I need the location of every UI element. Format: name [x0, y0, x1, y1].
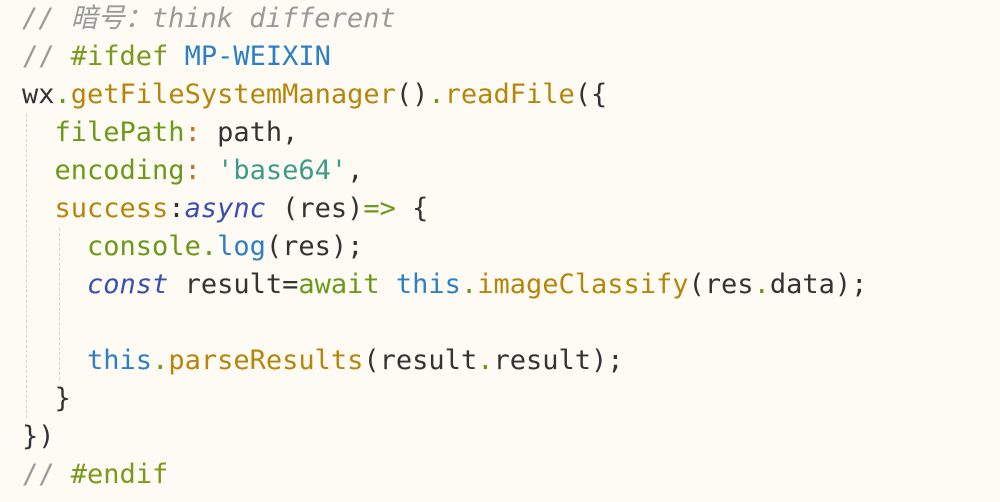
code-token: parseResults	[168, 345, 364, 376]
code-line[interactable]: success:async (res)=> {	[22, 190, 429, 228]
code-token: }	[54, 383, 71, 414]
code-token: path,	[200, 117, 299, 148]
code-token: await	[298, 269, 380, 300]
code-line[interactable]: })	[22, 418, 55, 456]
code-token: #endif	[70, 459, 169, 490]
code-line[interactable]: encoding: 'base64',	[22, 152, 364, 190]
code-token: :	[168, 193, 185, 224]
code-token: 'base64'	[200, 155, 348, 186]
code-token: .	[460, 269, 478, 300]
code-token: // 暗号：think different	[22, 3, 396, 34]
code-token: .	[477, 345, 494, 376]
code-token: =>	[363, 193, 396, 224]
code-token: MP-WEIXIN	[184, 41, 331, 72]
code-token: ({	[574, 79, 608, 110]
code-token: getFileSystemManager	[70, 79, 396, 110]
code-line[interactable]: // #endif	[22, 456, 168, 494]
code-token: filePath	[54, 117, 185, 148]
code-token: result);	[493, 345, 624, 376]
code-line[interactable]: wx.getFileSystemManager().readFile({	[22, 76, 607, 114]
code-token: {	[395, 193, 429, 224]
code-token: console	[87, 231, 201, 262]
code-token: ()	[395, 79, 429, 110]
code-token: imageClassify	[477, 269, 689, 300]
code-token: .	[753, 269, 770, 300]
code-token: .	[428, 79, 445, 110]
code-token: encoding	[54, 155, 185, 186]
code-token: })	[22, 421, 55, 452]
code-token: success	[54, 193, 169, 224]
code-line[interactable]: // #ifdef MP-WEIXIN	[22, 38, 331, 76]
code-token: wx	[22, 79, 55, 110]
code-token: async	[184, 193, 266, 224]
code-token: (res);	[265, 231, 364, 262]
code-line[interactable]: this.parseResults(result.result);	[22, 342, 624, 380]
code-token: this	[395, 269, 461, 300]
code-token: //	[22, 41, 71, 72]
code-token: ,	[347, 155, 364, 186]
code-token: (res)	[265, 193, 364, 224]
code-token: (result	[363, 345, 478, 376]
code-token: :	[184, 155, 201, 186]
code-token: .	[200, 231, 218, 262]
code-token: log	[217, 231, 266, 262]
code-line[interactable]: const result=await this.imageClassify(re…	[22, 266, 867, 304]
code-line[interactable]: // 暗号：think different	[22, 0, 396, 38]
code-token: //	[22, 459, 71, 490]
code-token: const	[87, 269, 169, 300]
code-token: #ifdef	[70, 41, 185, 72]
code-token: readFile	[444, 79, 575, 110]
code-line[interactable]: }	[22, 380, 71, 418]
code-token: .	[152, 345, 169, 376]
code-token: .	[54, 79, 71, 110]
code-token: :	[184, 117, 201, 148]
code-token: this	[87, 345, 153, 376]
code-editor[interactable]: // 暗号：think different // #ifdef MP-WEIXIN…	[0, 0, 1000, 502]
code-token: result=	[168, 269, 299, 300]
code-token: (res	[688, 269, 754, 300]
code-line[interactable]: filePath: path,	[22, 114, 299, 152]
code-line[interactable]: console.log(res);	[22, 228, 363, 266]
code-token: data);	[769, 269, 868, 300]
